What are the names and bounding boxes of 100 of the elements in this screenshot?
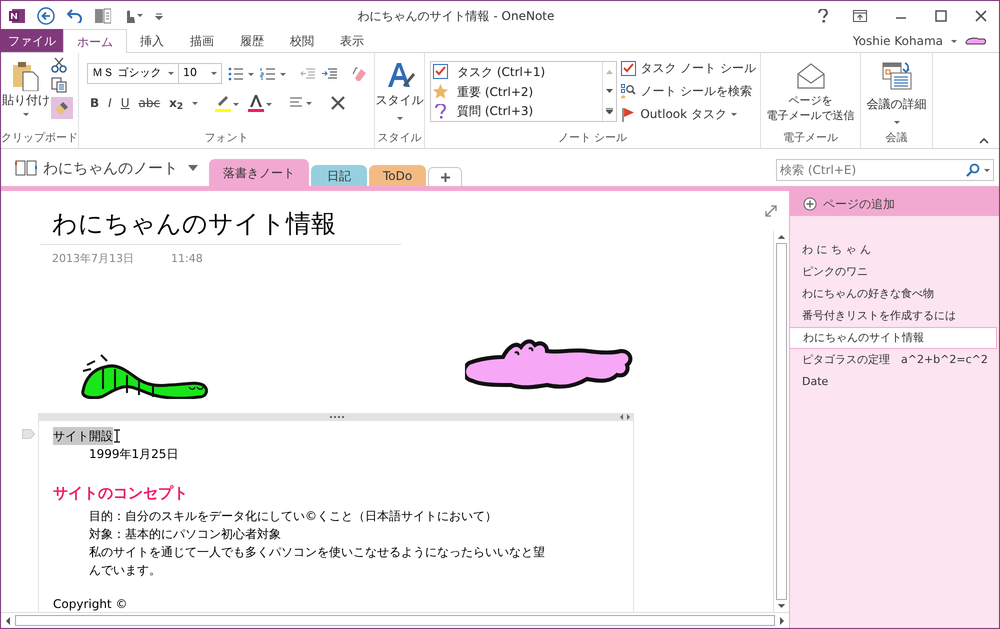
ribbon-tab[interactable]: 表示 bbox=[327, 29, 377, 52]
group-label: スタイル bbox=[376, 130, 422, 146]
align-icon[interactable] bbox=[289, 97, 314, 109]
caret-icon bbox=[211, 72, 217, 75]
caret-icon bbox=[730, 112, 737, 116]
caret-icon bbox=[168, 72, 174, 75]
expand-icon[interactable] bbox=[765, 205, 777, 217]
user-name[interactable]: Yoshie Kohama bbox=[852, 32, 943, 50]
note-text[interactable]: 1999年1月25日 bbox=[89, 445, 178, 463]
note-heading[interactable]: サイトのコンセプト bbox=[53, 483, 188, 503]
group-label: ノート シール bbox=[556, 130, 628, 146]
outlook-tasks-button[interactable]: Outlook タスク bbox=[621, 104, 756, 124]
search-icon[interactable] bbox=[966, 163, 980, 177]
maximize-icon[interactable] bbox=[935, 10, 947, 22]
page-tab[interactable]: ピンクのワニ bbox=[790, 261, 999, 283]
section-tab[interactable]: 日記 bbox=[311, 165, 367, 186]
note-text[interactable]: Copyright © bbox=[53, 595, 128, 613]
help-icon[interactable] bbox=[817, 8, 829, 22]
note-text[interactable]: 私のサイトを通じて一人でも多くパソコンを使いこなせるようになったらいいなと望んでいます。 bbox=[89, 543, 555, 579]
search-box[interactable]: 検索 (Ctrl+E) bbox=[776, 159, 994, 181]
tags-list[interactable]: タスク (Ctrl+1) 重要 (Ctrl+2) 質問 (Ctrl+3) bbox=[430, 61, 618, 122]
question-icon bbox=[433, 104, 448, 119]
section-tab[interactable]: 落書きノート bbox=[209, 159, 309, 186]
caret-icon[interactable] bbox=[951, 40, 957, 42]
bullets-icon[interactable] bbox=[228, 66, 254, 80]
group-label: フォント bbox=[204, 130, 250, 146]
file-tab[interactable]: ファイル bbox=[1, 29, 63, 52]
page-tab[interactable]: 番号付きリストを作成するには bbox=[790, 305, 999, 327]
font-size-dropdown[interactable]: 10 bbox=[178, 63, 222, 84]
numbering-icon[interactable] bbox=[260, 66, 286, 80]
caret-icon bbox=[23, 113, 29, 116]
ribbon-tab[interactable]: 描画 bbox=[177, 29, 227, 52]
format-button[interactable]: x$_{2}$ bbox=[169, 94, 184, 112]
find-tags-icon bbox=[621, 84, 636, 98]
caret-icon bbox=[894, 121, 900, 124]
group-label: クリップボード bbox=[1, 130, 78, 146]
increase-indent-icon[interactable] bbox=[322, 68, 338, 80]
back-icon[interactable] bbox=[37, 6, 55, 24]
tag-item[interactable]: 質問 (Ctrl+3) bbox=[431, 101, 602, 122]
collapse-ribbon-icon[interactable] bbox=[979, 138, 989, 144]
more-icon[interactable] bbox=[606, 108, 614, 114]
format-painter-button[interactable] bbox=[51, 97, 73, 119]
page-tab[interactable]: わ に ち ゃ ん bbox=[790, 239, 999, 261]
avatar-icon[interactable] bbox=[965, 36, 987, 46]
task-tag-button[interactable]: タスク ノート シール bbox=[621, 58, 756, 78]
ribbon-tab[interactable]: 履歴 bbox=[227, 29, 277, 52]
paragraph-handle-icon[interactable] bbox=[22, 429, 35, 439]
cut-icon[interactable] bbox=[51, 57, 67, 73]
caret-icon[interactable] bbox=[984, 168, 990, 172]
tag-item[interactable]: 重要 (Ctrl+2) bbox=[431, 82, 602, 102]
ribbon-tab[interactable]: ホーム bbox=[63, 29, 127, 53]
note-text[interactable]: サイト開設 bbox=[53, 427, 113, 445]
clear-formatting-icon[interactable] bbox=[352, 66, 368, 82]
caret-icon bbox=[396, 117, 402, 120]
note-text[interactable]: 目的：自分のスキルをデータ化にしてい©くこと（日本語サイトにおいて） bbox=[89, 507, 497, 525]
plus-icon bbox=[440, 172, 450, 182]
caret-icon[interactable] bbox=[192, 102, 198, 104]
brush-icon bbox=[54, 100, 70, 116]
page-tab[interactable]: わにちゃんのサイト情報 bbox=[789, 327, 997, 349]
page-tab[interactable]: Date bbox=[790, 371, 999, 393]
find-tags-button[interactable]: ノート シールを検索 bbox=[621, 81, 756, 101]
ribbon-tab[interactable]: 挿入 bbox=[127, 29, 177, 52]
highlighter-icon[interactable] bbox=[215, 94, 240, 112]
page-tab[interactable]: わにちゃんの好きな食べ物 bbox=[790, 283, 999, 305]
calendar-icon bbox=[880, 61, 912, 91]
note-text[interactable]: 対象：基本的にパソコン初心者対象 bbox=[89, 525, 281, 543]
dock-icon[interactable] bbox=[95, 8, 111, 24]
format-button[interactable]: B bbox=[90, 94, 100, 112]
delete-icon[interactable] bbox=[330, 95, 346, 111]
tag-item[interactable]: タスク (Ctrl+1) bbox=[431, 62, 602, 82]
format-button[interactable]: I bbox=[108, 94, 112, 112]
email-page-button[interactable]: ページを 電子メールで送信 bbox=[765, 57, 856, 130]
scroll-down-icon[interactable] bbox=[606, 88, 614, 92]
section-tab[interactable]: ToDo bbox=[369, 165, 426, 186]
notebook-dropdown[interactable]: わにちゃんのノート bbox=[15, 155, 197, 181]
window-title: わにちゃんのサイト情報 - OneNote bbox=[356, 8, 556, 24]
font-color-icon[interactable] bbox=[248, 94, 272, 112]
page-time: 11:48 bbox=[171, 251, 203, 267]
copy-icon[interactable] bbox=[51, 77, 67, 93]
ribbon-tab[interactable]: 校閲 bbox=[277, 29, 327, 52]
checkbox-icon bbox=[433, 64, 448, 80]
page-title[interactable]: わにちゃんのサイト情報 bbox=[40, 205, 401, 244]
clipboard-icon bbox=[11, 61, 41, 91]
group-label: 会議 bbox=[884, 130, 908, 146]
checkbox-icon bbox=[621, 60, 636, 76]
drag-handle-icon[interactable] bbox=[330, 416, 344, 418]
format-button[interactable]: abc bbox=[138, 94, 160, 112]
customize-icon[interactable] bbox=[155, 12, 163, 20]
page-tab[interactable]: ピタゴラスの定理 a^2+b^2=c^2 bbox=[790, 349, 999, 371]
close-icon[interactable] bbox=[975, 10, 987, 22]
font-name-dropdown[interactable]: ＭＳ ゴシック bbox=[87, 63, 179, 84]
resize-handle-icon[interactable] bbox=[620, 414, 630, 420]
meeting-details-button[interactable]: 会議の詳細 bbox=[865, 57, 928, 130]
ribbon-display-icon[interactable] bbox=[853, 10, 867, 22]
format-button[interactable]: U bbox=[120, 94, 130, 112]
undo-icon[interactable] bbox=[67, 8, 83, 22]
vertical-scrollbar[interactable] bbox=[773, 231, 789, 612]
search-field[interactable]: 検索 (Ctrl+E) bbox=[780, 161, 966, 179]
app-logo-icon[interactable] bbox=[9, 8, 25, 24]
add-page-button[interactable]: ページの追加 bbox=[790, 191, 999, 216]
